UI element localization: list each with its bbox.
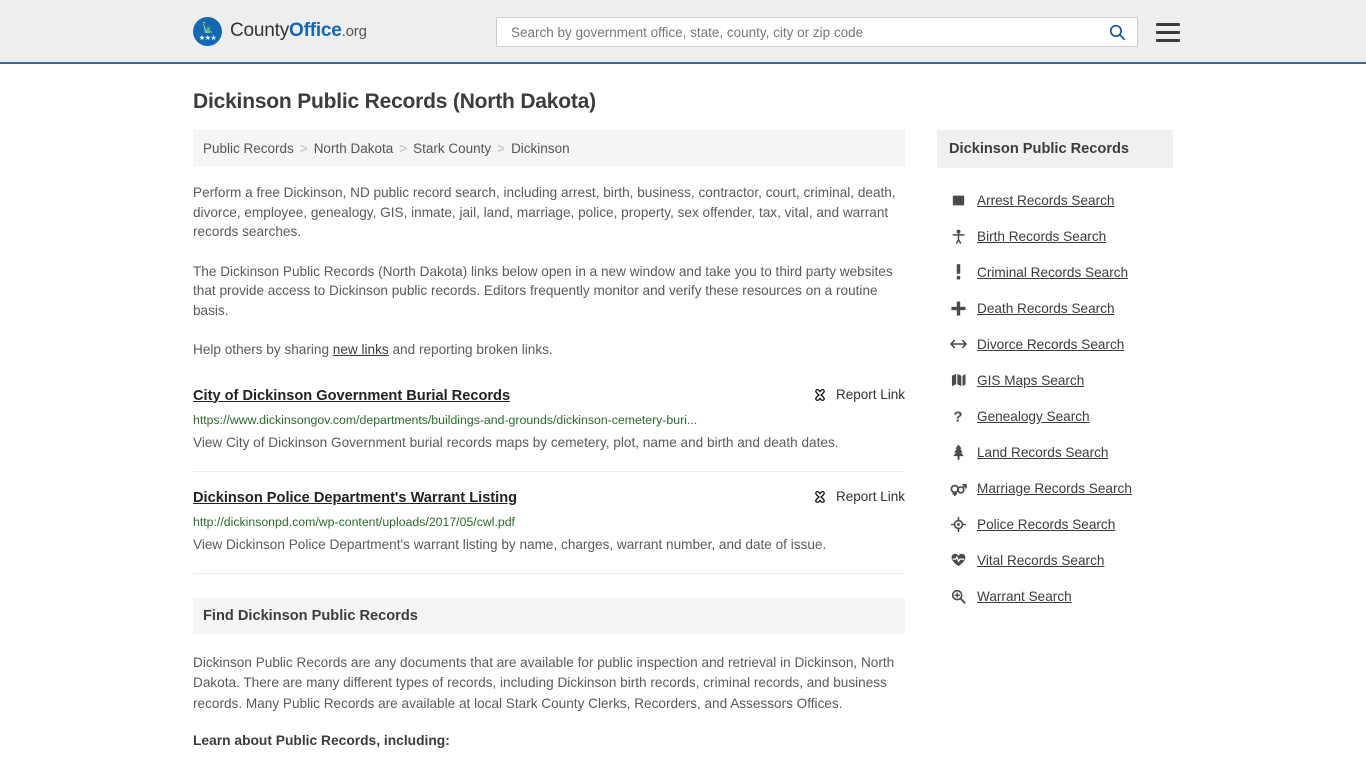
sidebar-link-label[interactable]: Vital Records Search <box>977 553 1104 568</box>
search-input[interactable] <box>509 18 1106 46</box>
question-mark-icon: ? <box>949 408 967 425</box>
police-badge-icon <box>949 516 967 532</box>
search-plus-icon <box>949 589 967 604</box>
broken-link-icon <box>815 388 825 401</box>
sidebar-item-land-records[interactable]: Land Records Search <box>937 434 1173 470</box>
intro-paragraph-2: The Dickinson Public Records (North Dako… <box>193 263 893 318</box>
sidebar-item-vital-records[interactable]: Vital Records Search <box>937 542 1173 578</box>
logo-text-org: .org <box>341 23 367 40</box>
map-icon <box>949 373 967 387</box>
breadcrumb-item-stark-county[interactable]: Stark County <box>413 141 491 156</box>
sidebar-item-arrest-records[interactable]: Arrest Records Search <box>937 182 1173 218</box>
find-records-body: Dickinson Public Records are any documen… <box>193 654 895 711</box>
result-url: http://dickinsonpd.com/wp-content/upload… <box>193 514 515 529</box>
breadcrumb-item-public-records[interactable]: Public Records <box>203 141 294 156</box>
broken-link-icon <box>815 490 825 503</box>
sidebar-link-label[interactable]: Land Records Search <box>977 445 1108 460</box>
left-right-arrow-icon <box>949 338 967 350</box>
find-records-title: Find Dickinson Public Records <box>203 607 418 624</box>
report-link-button[interactable]: Report Link <box>812 386 905 403</box>
venus-mars-icon <box>949 481 967 496</box>
site-logo[interactable]: 🗽 ★★★ CountyOffice.org <box>193 16 367 46</box>
hamburger-bar <box>1156 22 1180 26</box>
result-title-link[interactable]: Dickinson Police Department's Warrant Li… <box>193 488 517 508</box>
sidebar-item-warrant-search[interactable]: Warrant Search <box>937 578 1173 614</box>
sidebar-item-genealogy[interactable]: ? Genealogy Search <box>937 398 1173 434</box>
page-container: Dickinson Public Records (North Dakota) … <box>0 90 1366 762</box>
learn-about-subheading: Learn about Public Records, including: <box>193 733 450 748</box>
sidebar-link-label[interactable]: Genealogy Search <box>977 409 1090 424</box>
sidebar-link-label[interactable]: Death Records Search <box>977 301 1115 316</box>
sidebar-title: Dickinson Public Records <box>949 141 1130 157</box>
breadcrumb: Public Records > North Dakota > Stark Co… <box>193 130 905 166</box>
sidebar-link-label[interactable]: Marriage Records Search <box>977 481 1132 496</box>
sidebar-link-label[interactable]: Warrant Search <box>977 589 1072 604</box>
sidebar-item-death-records[interactable]: Death Records Search <box>937 290 1173 326</box>
sidebar-link-label[interactable]: Divorce Records Search <box>977 337 1124 352</box>
hamburger-bar <box>1156 30 1180 34</box>
sidebar-link-label[interactable]: Police Records Search <box>977 517 1115 532</box>
search-button[interactable] <box>1106 23 1129 42</box>
content-columns: Public Records > North Dakota > Stark Co… <box>193 130 1173 762</box>
hamburger-menu-icon[interactable] <box>1156 22 1180 42</box>
sidebar: Dickinson Public Records Arrest Records … <box>937 130 1173 614</box>
report-link-label: Report Link <box>835 387 905 402</box>
result-url: https://www.dickinsongov.com/departments… <box>193 412 698 427</box>
page-title: Dickinson Public Records (North Dakota) <box>193 90 596 113</box>
tree-icon <box>949 444 967 460</box>
sidebar-item-criminal-records[interactable]: Criminal Records Search <box>937 254 1173 290</box>
breadcrumb-separator: > <box>399 140 408 156</box>
svg-text:?: ? <box>953 409 962 425</box>
cross-plus-icon <box>949 300 967 316</box>
find-records-section-header: Find Dickinson Public Records <box>193 597 905 634</box>
result-item: City of Dickinson Government Burial Reco… <box>193 386 905 472</box>
sidebar-link-label[interactable]: Arrest Records Search <box>977 193 1115 208</box>
breadcrumb-separator: > <box>497 140 506 156</box>
breadcrumb-item-north-dakota[interactable]: North Dakota <box>314 141 394 156</box>
breadcrumb-separator: > <box>299 140 308 156</box>
result-description: View Dickinson Police Department's warra… <box>193 536 827 552</box>
sidebar-item-marriage-records[interactable]: Marriage Records Search <box>937 470 1173 506</box>
logo-text: CountyOffice.org <box>230 20 367 42</box>
baby-icon <box>949 229 967 244</box>
search-box[interactable] <box>496 17 1138 47</box>
sidebar-link-label[interactable]: Criminal Records Search <box>977 265 1128 280</box>
logo-text-county: County <box>230 20 290 41</box>
report-link-button[interactable]: Report Link <box>812 488 905 505</box>
sidebar-link-label[interactable]: Birth Records Search <box>977 229 1106 244</box>
fingerprint-icon <box>949 194 967 207</box>
exclamation-icon <box>949 264 967 280</box>
hamburger-bar <box>1156 38 1180 42</box>
search-icon <box>1109 24 1126 40</box>
breadcrumb-item-dickinson: Dickinson <box>511 140 570 156</box>
new-links-link[interactable]: new links <box>333 342 389 357</box>
result-description: View City of Dickinson Government burial… <box>193 434 839 450</box>
sidebar-list: Arrest Records Search Birth Records Sear… <box>937 168 1173 614</box>
heartbeat-icon <box>949 553 967 567</box>
intro-paragraph-3: Help others by sharing new links and rep… <box>193 340 905 360</box>
share-text-after: and reporting broken links. <box>388 342 553 357</box>
main-column: Public Records > North Dakota > Stark Co… <box>193 130 905 762</box>
report-link-label: Report Link <box>835 489 905 504</box>
result-header: City of Dickinson Government Burial Reco… <box>193 386 905 406</box>
sidebar-item-gis-maps[interactable]: GIS Maps Search <box>937 362 1173 398</box>
header-search-area <box>496 17 1180 47</box>
intro-paragraph-1: Perform a free Dickinson, ND public reco… <box>193 185 896 239</box>
eagle-seal-icon: 🗽 ★★★ <box>193 16 222 46</box>
result-title-link[interactable]: City of Dickinson Government Burial Reco… <box>193 386 510 406</box>
result-header: Dickinson Police Department's Warrant Li… <box>193 488 905 508</box>
sidebar-header: Dickinson Public Records <box>937 130 1173 168</box>
result-item: Dickinson Police Department's Warrant Li… <box>193 488 905 574</box>
results-list: City of Dickinson Government Burial Reco… <box>193 386 905 574</box>
share-text-before: Help others by sharing <box>193 342 333 357</box>
sidebar-item-birth-records[interactable]: Birth Records Search <box>937 218 1173 254</box>
logo-text-office: Office <box>289 20 342 41</box>
sidebar-item-divorce-records[interactable]: Divorce Records Search <box>937 326 1173 362</box>
sidebar-link-label[interactable]: GIS Maps Search <box>977 373 1084 388</box>
sidebar-item-police-records[interactable]: Police Records Search <box>937 506 1173 542</box>
site-header: 🗽 ★★★ CountyOffice.org <box>0 0 1366 64</box>
